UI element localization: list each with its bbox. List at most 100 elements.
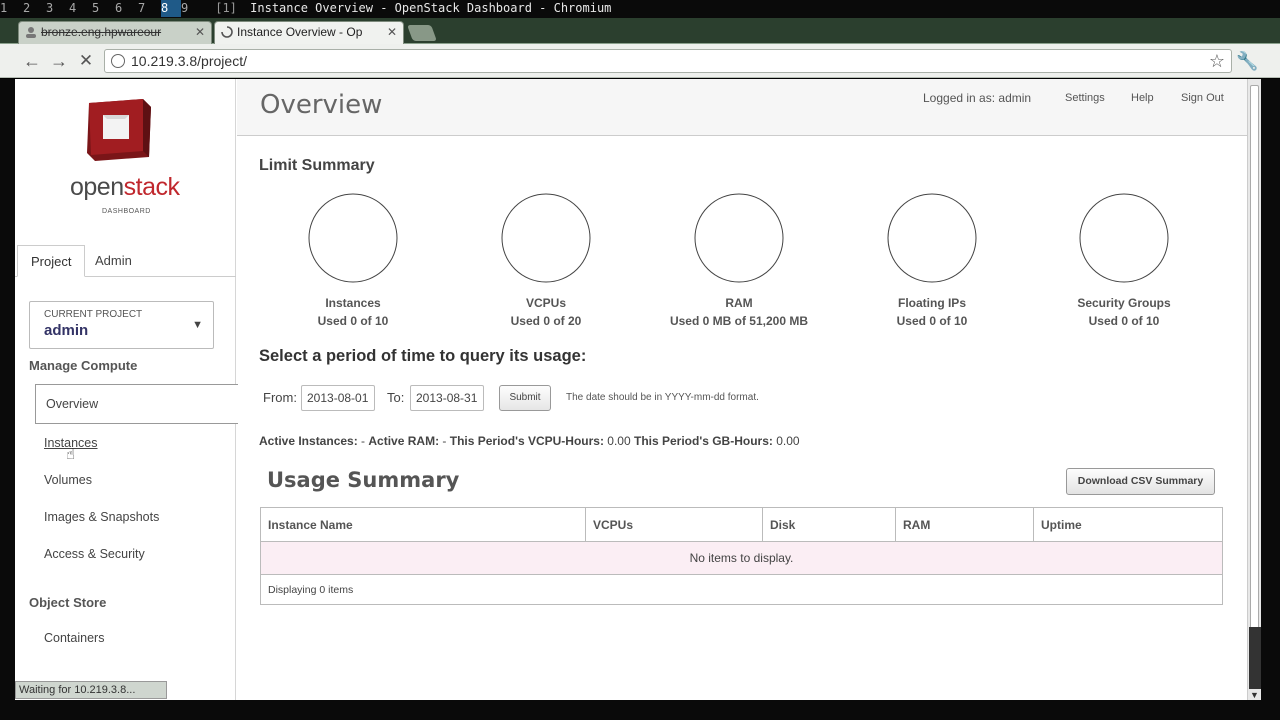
brand-open-text: open — [70, 173, 124, 201]
brand-stack-text: stack — [123, 173, 180, 201]
limit-name: VCPUs — [525, 296, 566, 310]
limit-pie-security-groups: Security Groups Used 0 of 10 — [1034, 192, 1214, 328]
sidebar-item-overview[interactable]: Overview — [35, 384, 238, 424]
limit-used: Used 0 of 10 — [896, 314, 968, 328]
limit-name: Instances — [325, 296, 381, 310]
table-footer-row: Displaying 0 items — [260, 574, 1223, 605]
download-csv-button[interactable]: Download CSV Summary — [1066, 468, 1215, 495]
sign-out-link[interactable]: Sign Out — [1181, 92, 1224, 104]
close-icon[interactable]: ✕ — [387, 22, 397, 43]
workspace-5[interactable]: 5 — [92, 0, 115, 17]
workspace-1[interactable]: 1 — [0, 0, 23, 17]
logged-in-user: Logged in as: admin — [923, 91, 1032, 105]
workspace-9[interactable]: 9 — [181, 0, 204, 17]
sidebar-item-images-snapshots[interactable]: Images & Snapshots — [44, 510, 159, 524]
active-instances-label: Active Instances: — [259, 434, 358, 448]
workspace-6[interactable]: 6 — [115, 0, 138, 17]
openstack-logo: openstack DASHBOARD — [65, 91, 185, 215]
workspace-3[interactable]: 3 — [46, 0, 69, 17]
workspace-2[interactable]: 2 — [23, 0, 46, 17]
limit-used: Used 0 MB of 51,200 MB — [669, 314, 809, 328]
stop-loading-icon[interactable]: ✕ — [75, 50, 97, 72]
vcpu-hours-value: 0.00 — [603, 434, 634, 448]
pie-chart-security-groups — [1079, 193, 1169, 283]
pie-chart-vcpus — [501, 193, 591, 283]
scroll-down-arrow-icon[interactable]: ▼ — [1250, 690, 1259, 700]
period-query-title: Select a period of time to query its usa… — [259, 347, 587, 365]
empty-table-message: No items to display. — [260, 541, 1223, 575]
sidebar: openstack DASHBOARD Project Admin CURREN… — [15, 79, 238, 700]
pie-chart-floating-ips — [887, 193, 977, 283]
settings-link[interactable]: Settings — [1065, 92, 1105, 104]
limit-name: Floating IPs — [897, 296, 966, 310]
column-header-disk[interactable]: Disk — [762, 507, 896, 542]
wrench-icon[interactable]: 🔧 — [1236, 50, 1258, 72]
tab-project[interactable]: Project — [17, 245, 86, 277]
window-title: Instance Overview - OpenStack Dashboard … — [250, 1, 612, 15]
user-favicon-icon — [26, 27, 36, 38]
browser-tab-2[interactable]: Instance Overview - Op ✕ — [214, 21, 404, 44]
forward-arrow-icon[interactable]: → — [48, 50, 70, 72]
gb-hours-label: This Period's GB-Hours: — [634, 434, 773, 448]
openstack-cube-icon — [87, 99, 151, 161]
usage-table: Instance Name VCPUs Disk RAM Uptime No i… — [260, 507, 1223, 605]
browser-toolbar: ← → ✕ 10.219.3.8/project/ ☆ 🔧 — [0, 44, 1280, 78]
url-text: 10.219.3.8/project/ — [131, 53, 247, 69]
scrollbar-track-end — [1249, 627, 1261, 689]
address-bar[interactable]: 10.219.3.8/project/ ☆ — [104, 49, 1232, 73]
active-instances-value: - — [357, 434, 369, 448]
browser-status-bar: Waiting for 10.219.3.8... — [15, 681, 167, 699]
page-title: Overview — [260, 90, 383, 120]
browser-tab-strip: bronze.eng.hpwareour ✕ Instance Overview… — [0, 18, 1280, 44]
limit-name: Security Groups — [1077, 296, 1171, 310]
limit-name: RAM — [725, 296, 753, 310]
sidebar-item-access-security[interactable]: Access & Security — [44, 547, 145, 561]
brand-wordmark: openstack — [70, 173, 180, 202]
submit-button[interactable]: Submit — [499, 385, 551, 411]
limit-pie-floating-ips: Floating IPs Used 0 of 10 — [842, 192, 1022, 328]
close-icon[interactable]: ✕ — [195, 22, 205, 43]
browser-tab-1[interactable]: bronze.eng.hpwareour ✕ — [18, 21, 212, 44]
limit-used: Used 0 of 10 — [1088, 314, 1160, 328]
vertical-scrollbar[interactable]: ▼ — [1247, 79, 1261, 700]
sidebar-item-volumes[interactable]: Volumes — [44, 473, 92, 487]
to-date-input[interactable]: 2013-08-31 — [410, 385, 484, 411]
back-arrow-icon[interactable]: ← — [21, 50, 43, 72]
current-project-value: admin — [44, 322, 89, 339]
limit-used: Used 0 of 10 — [317, 314, 389, 328]
sidebar-tabs: Project Admin — [15, 245, 236, 277]
page-header: Overview Logged in as: admin Settings He… — [237, 79, 1247, 136]
workspace-8[interactable]: 8 — [161, 0, 181, 17]
new-tab-button[interactable] — [407, 25, 437, 41]
bookmark-star-icon[interactable]: ☆ — [1209, 50, 1225, 72]
browser-tab-1-label: bronze.eng.hpwareour — [41, 25, 162, 39]
scrollbar-thumb[interactable] — [1250, 85, 1259, 631]
workspace-4[interactable]: 4 — [69, 0, 92, 17]
workspace-7[interactable]: 7 — [138, 0, 161, 17]
page-viewport: openstack DASHBOARD Project Admin CURREN… — [15, 79, 1247, 700]
table-header-row: Instance Name VCPUs Disk RAM Uptime — [260, 507, 1223, 542]
table-row: No items to display. — [260, 541, 1223, 575]
gb-hours-value: 0.00 — [772, 434, 800, 448]
column-header-vcpus[interactable]: VCPUs — [585, 507, 763, 542]
limit-pie-instances: Instances Used 0 of 10 — [263, 192, 443, 328]
limit-used: Used 0 of 20 — [510, 314, 582, 328]
column-header-ram[interactable]: RAM — [895, 507, 1034, 542]
table-item-count: Displaying 0 items — [260, 574, 1223, 605]
sidebar-item-containers[interactable]: Containers — [44, 631, 104, 645]
help-link[interactable]: Help — [1131, 92, 1154, 104]
from-label: From: — [263, 390, 297, 405]
tab-admin[interactable]: Admin — [82, 245, 145, 277]
active-ram-value: - — [439, 434, 450, 448]
date-format-hint: The date should be in YYYY-mm-dd format. — [566, 392, 759, 403]
window-frame-left — [0, 79, 15, 700]
caret-down-icon: ▼ — [192, 319, 203, 331]
limit-pie-vcpus: VCPUs Used 0 of 20 — [456, 192, 636, 328]
from-date-input[interactable]: 2013-08-01 — [301, 385, 375, 411]
current-project-selector[interactable]: CURRENT PROJECT admin ▼ — [29, 301, 214, 349]
section-object-store: Object Store — [29, 595, 107, 610]
column-header-uptime[interactable]: Uptime — [1033, 507, 1223, 542]
current-project-caption: CURRENT PROJECT — [44, 309, 143, 320]
column-header-instance-name[interactable]: Instance Name — [260, 507, 586, 542]
hand-cursor-icon: ☝ — [66, 446, 76, 463]
